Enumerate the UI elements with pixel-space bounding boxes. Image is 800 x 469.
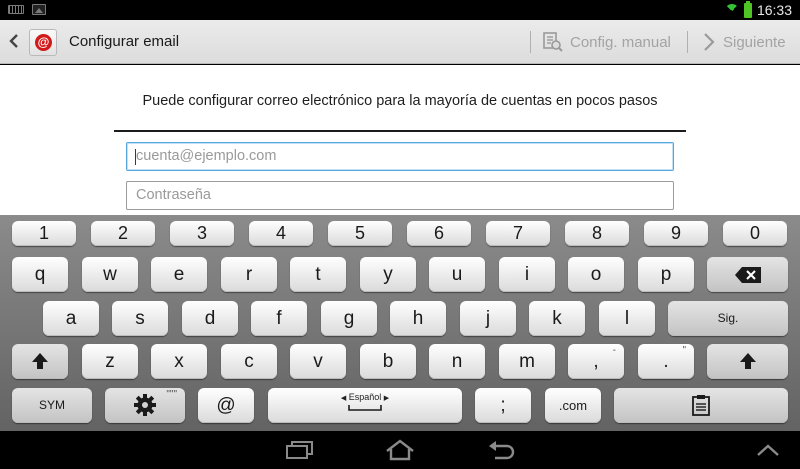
- key-j[interactable]: j: [460, 301, 516, 336]
- clipboard-key[interactable]: [614, 388, 788, 423]
- space-language-label: Español: [348, 392, 382, 402]
- email-placeholder: cuenta@ejemplo.com: [136, 148, 277, 164]
- key-o[interactable]: o: [568, 257, 624, 292]
- page-title: Configurar email: [69, 33, 180, 50]
- wifi-icon: [724, 4, 739, 18]
- key-t[interactable]: t: [290, 257, 346, 292]
- sym-key[interactable]: SYM: [12, 388, 92, 423]
- status-clock: 16:33: [756, 2, 792, 18]
- comma-key[interactable]: , -: [568, 344, 624, 379]
- shift-key-right[interactable]: [707, 344, 788, 379]
- setup-form: Puede configurar correo electrónico para…: [0, 65, 800, 215]
- space-bar-icon: [348, 405, 382, 411]
- screen: 16:33 @ Configurar email Config. manual: [0, 0, 800, 469]
- dotcom-key[interactable]: .com: [545, 388, 601, 423]
- password-placeholder: Contraseña: [136, 187, 211, 203]
- manual-setup-icon: [543, 32, 563, 52]
- backspace-icon: [734, 267, 761, 283]
- status-bar: 16:33: [0, 0, 800, 20]
- key-f[interactable]: f: [251, 301, 307, 336]
- chevron-up-icon[interactable]: [756, 443, 780, 457]
- key-d[interactable]: d: [182, 301, 238, 336]
- next-button[interactable]: Siguiente: [701, 20, 786, 64]
- next-label: Siguiente: [723, 33, 786, 51]
- key-9[interactable]: 9: [644, 221, 708, 246]
- key-0[interactable]: 0: [723, 221, 787, 246]
- key-3[interactable]: 3: [170, 221, 234, 246]
- key-a[interactable]: a: [43, 301, 99, 336]
- comma-glyph: ,: [593, 351, 599, 372]
- divider: [687, 31, 688, 53]
- key-n[interactable]: n: [429, 344, 485, 379]
- divider: [530, 31, 531, 53]
- key-8[interactable]: 8: [565, 221, 629, 246]
- image-notification-icon: [32, 4, 46, 15]
- period-key[interactable]: . ": [638, 344, 694, 379]
- key-1[interactable]: 1: [12, 221, 76, 246]
- on-screen-keyboard: 1 2 3 4 5 6 7 8 9 0 q w e r t y u i o p …: [0, 215, 800, 431]
- shift-icon: [739, 353, 756, 369]
- setup-description: Puede configurar correo electrónico para…: [142, 93, 658, 109]
- password-field[interactable]: Contraseña: [126, 181, 674, 210]
- manual-setup-label: Config. manual: [570, 33, 671, 51]
- key-l[interactable]: l: [599, 301, 655, 336]
- key-i[interactable]: i: [499, 257, 555, 292]
- key-r[interactable]: r: [221, 257, 277, 292]
- key-6[interactable]: 6: [407, 221, 471, 246]
- keyboard-notification-icon: [8, 5, 24, 14]
- clipboard-icon: [692, 395, 710, 416]
- language-left-arrow-icon: ◀: [340, 395, 347, 402]
- action-bar: @ Configurar email Config. manual Siguie…: [0, 20, 800, 64]
- comma-alt-glyph: -: [612, 345, 616, 356]
- divider: [114, 130, 686, 132]
- shift-key-left[interactable]: [12, 344, 68, 379]
- key-k[interactable]: k: [529, 301, 585, 336]
- key-g[interactable]: g: [321, 301, 377, 336]
- key-z[interactable]: z: [82, 344, 138, 379]
- key-c[interactable]: c: [221, 344, 277, 379]
- key-x[interactable]: x: [151, 344, 207, 379]
- back-arrow-icon[interactable]: [8, 33, 20, 49]
- settings-key[interactable]: """: [105, 388, 185, 423]
- gear-icon: [134, 394, 156, 416]
- key-5[interactable]: 5: [328, 221, 392, 246]
- key-4[interactable]: 4: [249, 221, 313, 246]
- key-h[interactable]: h: [390, 301, 446, 336]
- recent-apps-icon[interactable]: [283, 441, 317, 459]
- semicolon-key[interactable]: ;: [475, 388, 531, 423]
- email-field[interactable]: cuenta@ejemplo.com: [126, 142, 674, 171]
- key-m[interactable]: m: [499, 344, 555, 379]
- next-field-key[interactable]: Sig.: [668, 301, 788, 336]
- key-u[interactable]: u: [429, 257, 485, 292]
- backspace-key[interactable]: [707, 257, 788, 292]
- key-v[interactable]: v: [290, 344, 346, 379]
- key-p[interactable]: p: [638, 257, 694, 292]
- chevron-right-icon: [704, 33, 715, 51]
- key-q[interactable]: q: [12, 257, 68, 292]
- shift-icon: [32, 353, 48, 369]
- home-icon[interactable]: [385, 439, 415, 461]
- email-app-icon: @: [29, 29, 57, 56]
- key-b[interactable]: b: [360, 344, 416, 379]
- at-key[interactable]: @: [198, 388, 254, 423]
- key-s[interactable]: s: [112, 301, 168, 336]
- settings-alt-glyph: """: [166, 389, 177, 400]
- text-cursor: [135, 149, 136, 165]
- language-right-arrow-icon: ▶: [383, 395, 390, 402]
- period-glyph: .: [663, 351, 669, 372]
- manual-setup-button[interactable]: Config. manual: [542, 20, 671, 64]
- space-key[interactable]: ◀ Español ▶: [268, 388, 462, 423]
- key-e[interactable]: e: [151, 257, 207, 292]
- key-w[interactable]: w: [82, 257, 138, 292]
- key-2[interactable]: 2: [91, 221, 155, 246]
- battery-icon: [743, 0, 752, 18]
- key-y[interactable]: y: [360, 257, 416, 292]
- back-icon[interactable]: [487, 439, 517, 461]
- key-7[interactable]: 7: [486, 221, 550, 246]
- period-alt-glyph: ": [682, 345, 686, 356]
- navigation-bar: [0, 431, 800, 469]
